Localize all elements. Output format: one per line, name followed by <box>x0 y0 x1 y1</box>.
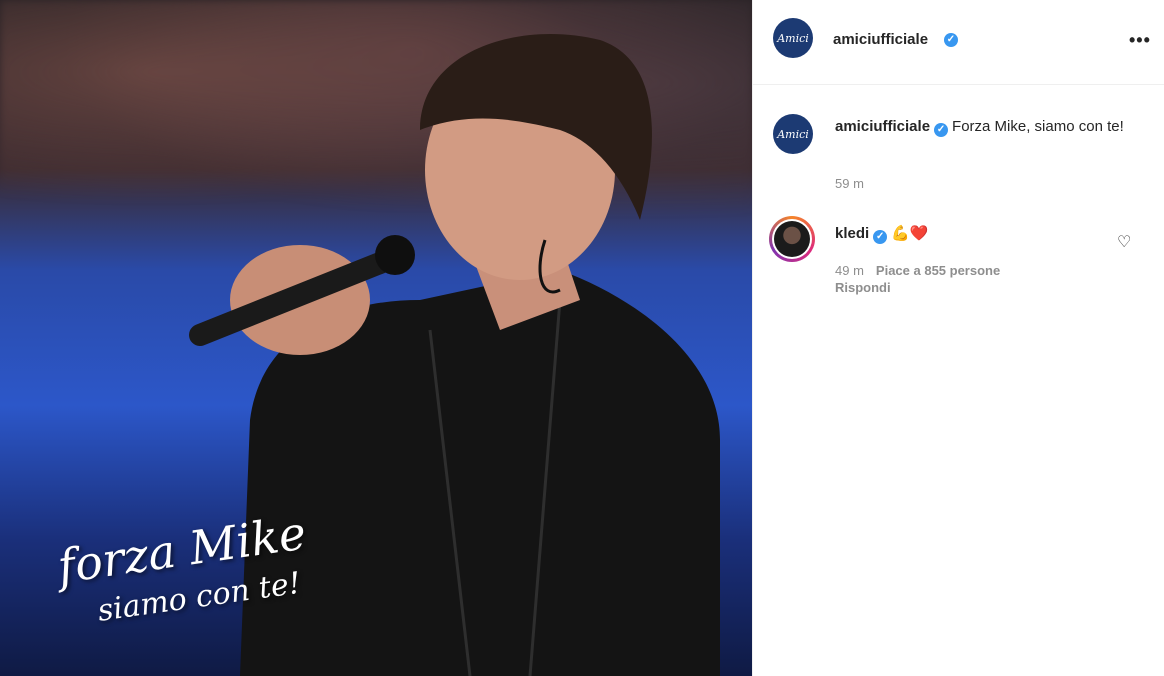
caption-timestamp[interactable]: 59 m <box>835 176 864 191</box>
caption-avatar-logo-text: Amici <box>777 127 809 141</box>
post-sidebar: Amici amiciufficiale ✓ ••• Amici amiciuf… <box>753 0 1164 676</box>
caption-avatar[interactable]: Amici <box>773 114 813 154</box>
comment-likes-count[interactable]: Piace a 855 persone <box>876 263 1000 278</box>
photo-overlay-text: forza Mike siamo con te! <box>54 505 309 630</box>
commenter-avatar[interactable] <box>769 216 815 262</box>
caption-username[interactable]: amiciufficiale <box>835 118 930 135</box>
post-header: Amici amiciufficiale ✓ ••• <box>753 0 1164 85</box>
comment-timestamp[interactable]: 49 m <box>835 263 864 278</box>
more-options-button[interactable]: ••• <box>1129 30 1151 51</box>
author-username[interactable]: amiciufficiale <box>833 31 928 48</box>
comment-verified-badge-icon: ✓ <box>873 230 888 244</box>
comment: kledi ✓ 💪❤️ <box>835 224 929 244</box>
author-avatar[interactable]: Amici <box>773 18 813 58</box>
reply-button[interactable]: Rispondi <box>835 280 891 295</box>
commenter-photo <box>774 221 810 257</box>
comment-meta: 49 m Piace a 855 persone <box>835 263 1000 278</box>
comment-emojis: 💪❤️ <box>891 225 929 242</box>
caption-verified-badge-icon: ✓ <box>934 123 949 137</box>
comment-like-heart-icon[interactable]: ♡ <box>1117 232 1131 252</box>
verified-badge-icon: ✓ <box>944 33 958 47</box>
caption-body: Forza Mike, siamo con te! <box>952 118 1124 135</box>
comment-username[interactable]: kledi <box>835 225 869 242</box>
avatar-logo-text: Amici <box>777 31 809 45</box>
post-caption: amiciufficiale ✓ Forza Mike, siamo con te! <box>835 116 1135 138</box>
post-photo: forza Mike siamo con te! <box>0 0 752 676</box>
